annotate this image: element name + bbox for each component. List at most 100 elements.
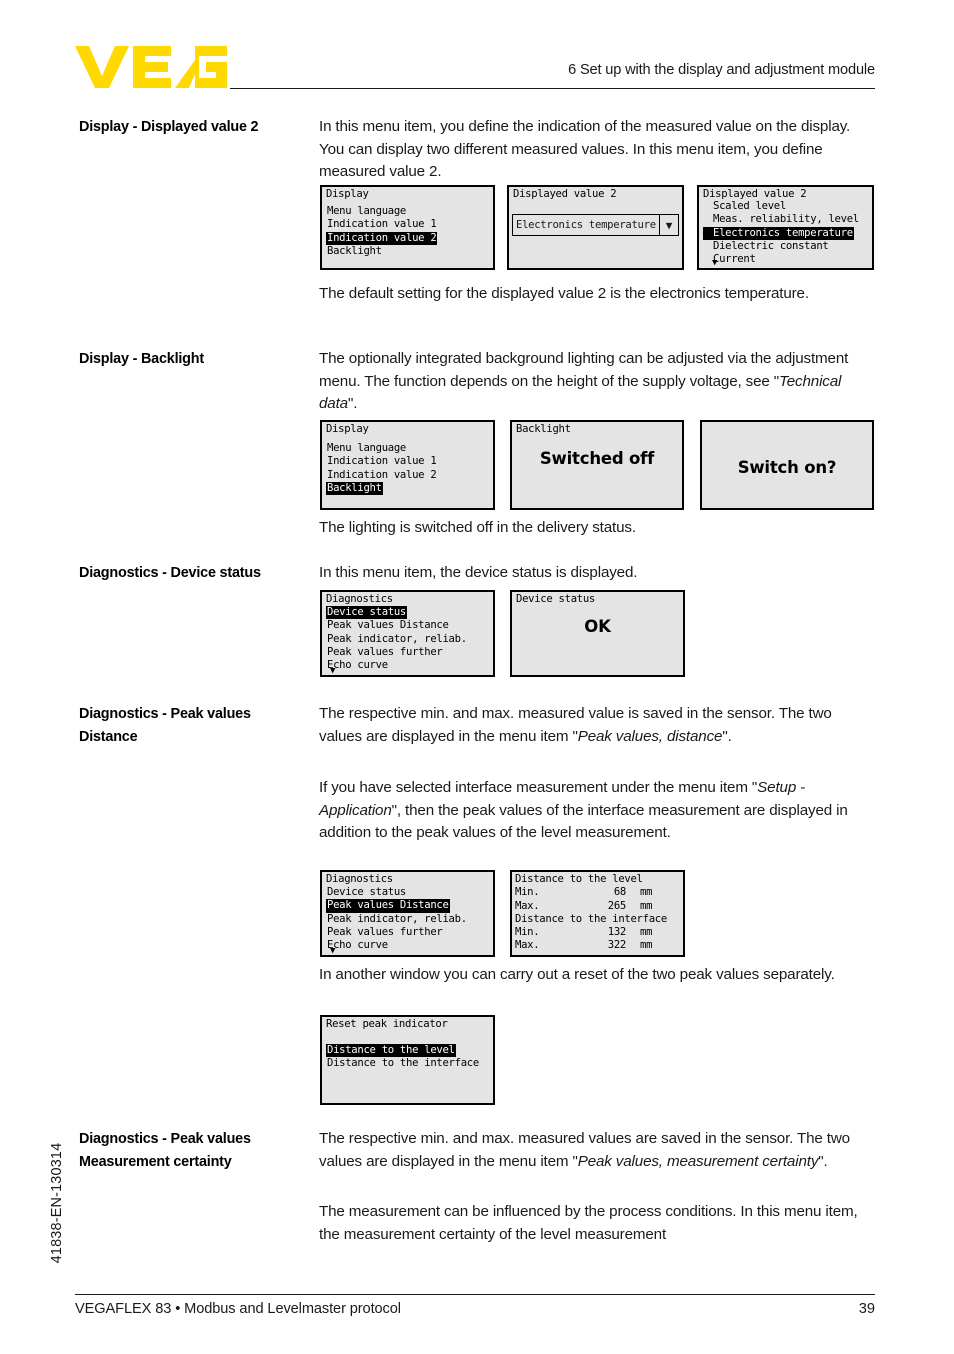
row-value: 265 — [607, 899, 627, 912]
table-row: Max. 322 mm — [515, 939, 667, 952]
lcd-option-list: Scaled level Meas. reliability, level El… — [702, 200, 860, 266]
menu-item[interactable]: Backlight — [326, 245, 383, 258]
menu-item[interactable]: Peak values further — [326, 646, 443, 659]
menu-item[interactable]: Peak indicator, reliab. — [326, 633, 468, 646]
paragraph-peak-values-distance-2: If you have selected interface measureme… — [319, 779, 848, 842]
row-value: 68 — [613, 886, 627, 899]
header-divider — [230, 88, 875, 89]
menu-item[interactable]: Distance to the interface — [326, 1057, 480, 1070]
row-unit: mm — [640, 886, 653, 899]
footer-product-line: VEGAFLEX 83 • Modbus and Levelmaster pro… — [75, 1301, 401, 1317]
cross-reference-setup-application: Setup - Application — [319, 779, 806, 819]
lcd-title: Device status — [516, 593, 596, 605]
backlight-status-value: Switched off — [539, 449, 655, 468]
row-unit: mm — [640, 926, 653, 939]
chapter-title: 6 Set up with the display and adjustment… — [568, 62, 875, 78]
paragraph-measurement-certainty-2: The measurement can be influenced by the… — [319, 1203, 858, 1243]
row-value: 322 — [607, 939, 627, 952]
dropdown-select[interactable]: Electronics temperature ▼ — [512, 214, 679, 236]
paragraph-peak-values-distance-1: The respective min. and max. measured va… — [319, 705, 832, 745]
menu-item[interactable]: Indication value 1 — [326, 455, 437, 468]
row-label: Min. — [515, 886, 540, 899]
lcd-reset-peak-indicator: Reset peak indicator Distance to the lev… — [320, 1015, 495, 1105]
lcd-display-menu-2: Display Menu language Indication value 1… — [320, 420, 495, 510]
group-heading: Distance to the interface — [515, 912, 667, 925]
menu-item[interactable]: Menu language — [326, 442, 407, 455]
paragraph-diagnostics-device-status: In this menu item, the device status is … — [319, 564, 638, 581]
menu-item[interactable]: Peak values Distance — [326, 619, 450, 632]
lcd-device-status: Device status OK — [510, 590, 685, 677]
scroll-down-icon[interactable]: ▼ — [330, 667, 335, 676]
menu-item-selected[interactable]: Backlight — [326, 481, 383, 496]
lcd-backlight-prompt: Switch on? — [700, 420, 874, 510]
lcd-menu-list: Menu language Indication value 1 Indicat… — [326, 205, 438, 258]
menu-item-selected[interactable]: Indication value 2 — [326, 231, 438, 245]
row-unit: mm — [640, 899, 653, 912]
table-row: Max. 265 mm — [515, 900, 667, 913]
lcd-display-menu-1: Display Menu language Indication value 1… — [320, 185, 495, 270]
menu-item[interactable]: Peak values further — [326, 926, 443, 939]
option-item[interactable]: Dielectric constant — [703, 240, 829, 253]
row-label: Max. — [515, 899, 540, 912]
option-item-selected[interactable]: Electronics temperature — [702, 226, 854, 240]
cross-reference-peak-values-distance: Peak values, distance — [577, 727, 723, 745]
table-group-heading: Distance to the level — [515, 873, 667, 886]
menu-item[interactable]: Peak indicator, reliab. — [326, 913, 468, 926]
chevron-down-icon[interactable]: ▼ — [659, 215, 678, 235]
lcd-title: Reset peak indicator — [326, 1018, 448, 1030]
cross-reference-peak-values-measurement-certainty: Peak values, measurement certainty — [577, 1152, 819, 1170]
section-label-display-backlight: Display - Backlight — [79, 351, 204, 367]
menu-item[interactable]: Indication value 1 — [326, 218, 437, 231]
lcd-displayed-value-2-dropdown: Displayed value 2 Electronics temperatur… — [507, 185, 684, 270]
paragraph-measurement-certainty-1: The respective min. and max. measured va… — [319, 1130, 850, 1170]
lcd-title: Backlight — [516, 423, 571, 435]
lcd-title: Display — [326, 423, 369, 435]
document-number: 41838-EN-130314 — [49, 1142, 65, 1264]
scroll-down-icon[interactable]: ▼ — [330, 947, 335, 956]
table-row: Min. 132 mm — [515, 926, 667, 939]
cross-reference-technical-data: Technical data — [319, 372, 842, 413]
row-unit: mm — [640, 939, 653, 952]
lcd-peak-values-distance: Distance to the level Min. 68 mm Max. 26… — [510, 870, 685, 957]
option-item[interactable]: Meas. reliability, level — [703, 213, 860, 226]
lcd-menu-list: Device status Peak values Distance Peak … — [326, 886, 468, 952]
menu-item[interactable]: Menu language — [326, 205, 407, 218]
paragraph-display-displayed-value-2-default: The default setting for the displayed va… — [319, 285, 809, 302]
lcd-diagnostics-menu-2: Diagnostics Device status Peak values Di… — [320, 870, 495, 957]
section-label-diagnostics-peak-values-distance: Diagnostics - Peak values Distance — [79, 706, 251, 745]
vega-logo — [75, 46, 227, 88]
lcd-displayed-value-2-list: Displayed value 2 Scaled level Meas. rel… — [697, 185, 874, 270]
menu-item-selected[interactable]: Peak values Distance — [326, 899, 450, 913]
paragraph-display-backlight-delivery: The lighting is switched off in the deli… — [319, 519, 636, 536]
row-label: Min. — [515, 926, 540, 939]
row-value: 132 — [607, 926, 627, 939]
lcd-menu-list: Distance to the level Distance to the in… — [326, 1044, 480, 1071]
lcd-diagnostics-menu-1: Diagnostics Device status Peak values Di… — [320, 590, 495, 677]
paragraph-display-backlight-intro: The optionally integrated background lig… — [319, 350, 849, 413]
lcd-title: Display — [326, 188, 369, 200]
section-label-display-displayed-value-2: Display - Displayed value 2 — [79, 119, 259, 135]
menu-item-selected[interactable]: Device status — [326, 606, 408, 620]
paragraph-display-displayed-value-2-intro: In this menu item, you define the indica… — [319, 118, 851, 181]
lcd-menu-list: Menu language Indication value 1 Indicat… — [326, 442, 437, 496]
section-label-diagnostics-peak-values-measurement-certainty: Diagnostics - Peak values Measurement ce… — [79, 1131, 251, 1170]
menu-item[interactable]: Indication value 2 — [326, 469, 437, 482]
row-label: Max. — [515, 939, 540, 952]
lcd-menu-list: Device status Peak values Distance Peak … — [326, 606, 468, 672]
scroll-down-icon[interactable]: ▼ — [712, 259, 717, 268]
menu-item[interactable]: Device status — [326, 886, 407, 899]
device-status-value: OK — [584, 617, 611, 636]
section-label-diagnostics-device-status: Diagnostics - Device status — [79, 565, 261, 581]
option-item[interactable]: Scaled level — [703, 200, 787, 213]
lcd-title: Displayed value 2 — [513, 188, 617, 200]
paragraph-peak-values-reset: In another window you can carry out a re… — [319, 966, 835, 983]
peak-values-table: Distance to the level Min. 68 mm Max. 26… — [515, 873, 667, 953]
table-row: Min. 68 mm — [515, 886, 667, 899]
lcd-title: Diagnostics — [326, 873, 393, 885]
menu-item-selected[interactable]: Distance to the level — [326, 1044, 456, 1058]
lcd-title: Diagnostics — [326, 593, 393, 605]
page-header: 6 Set up with the display and adjustment… — [0, 0, 954, 96]
lcd-backlight-status: Backlight Switched off — [510, 420, 684, 510]
backlight-prompt-value: Switch on? — [737, 458, 837, 477]
footer-divider — [75, 1294, 875, 1295]
